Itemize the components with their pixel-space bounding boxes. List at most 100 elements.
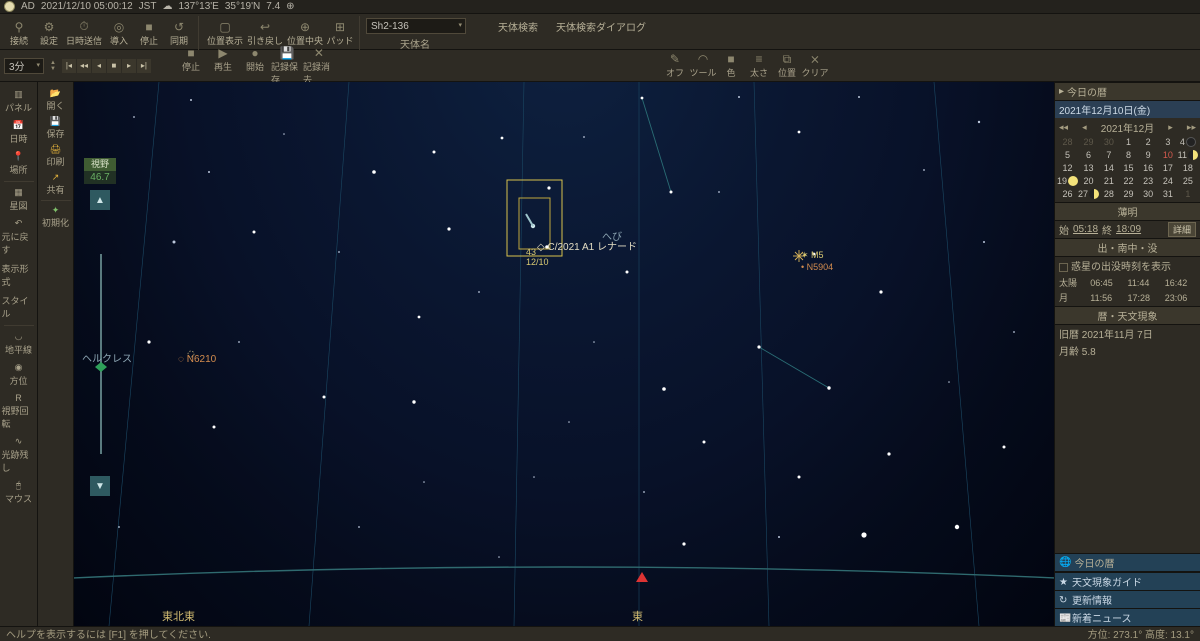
rec-clear-button[interactable]: ✕記録消去 — [303, 46, 335, 86]
cal-day[interactable]: 29 — [1078, 135, 1099, 148]
rail-horizon[interactable]: ◡地平線 — [2, 328, 36, 359]
fov-down-button[interactable]: ▼ — [90, 476, 110, 496]
draw-width-button[interactable]: ≡太さ — [745, 52, 773, 79]
cal-day[interactable]: 17 — [1158, 161, 1178, 174]
rail-undo[interactable]: ↶元に戻す — [2, 215, 36, 259]
step-back-button[interactable]: ◂◂ — [77, 59, 91, 73]
cal-day[interactable]: 22 — [1119, 174, 1139, 187]
playback-controls: |◂ ◂◂ ◂ ■ ▸ ▸| — [62, 59, 151, 73]
fov-up-button[interactable]: ▲ — [90, 190, 110, 210]
link-news[interactable]: 📰新着ニュース — [1055, 608, 1200, 626]
time-step-select[interactable]: 3分 — [4, 58, 44, 74]
calendar-grid[interactable]: 2829301234567891011121314151617181920212… — [1057, 135, 1198, 200]
fwd-button[interactable]: ▸ — [122, 59, 136, 73]
cal-day[interactable]: 12 — [1057, 161, 1078, 174]
rail-location[interactable]: 📍場所 — [2, 148, 36, 179]
stop-icon: ■ — [141, 20, 157, 34]
cal-day[interactable]: 16 — [1138, 161, 1158, 174]
draw-tool-button[interactable]: ◠ツール — [689, 52, 717, 79]
draw-clear-button[interactable]: ⨯クリア — [801, 52, 829, 79]
cal-day[interactable]: 2 — [1138, 135, 1158, 148]
link-phenomena-guide[interactable]: ★天文現象ガイド — [1055, 572, 1200, 590]
cal-prev-month[interactable]: ◂ — [1082, 122, 1087, 133]
main-area: ▥パネル 📅日時 📍場所 ▦星図 ↶元に戻す 表示形式 スタイル ◡地平線 ◉方… — [0, 82, 1200, 626]
rec-stop-button[interactable]: ■停止 — [175, 46, 207, 86]
print-button[interactable]: 🖨印刷 — [40, 142, 72, 170]
draw-pos-button[interactable]: ⧉位置 — [773, 52, 801, 79]
cal-next-month[interactable]: ▸ — [1168, 122, 1173, 133]
cal-day[interactable]: 11 — [1178, 148, 1198, 161]
cal-day[interactable]: 28 — [1057, 135, 1078, 148]
cal-day[interactable]: 30 — [1099, 135, 1119, 148]
cal-day[interactable]: 4 — [1178, 135, 1198, 148]
rec-start-button[interactable]: ●開始 — [239, 46, 271, 86]
rail-mouse[interactable]: 🖰マウス — [2, 477, 36, 508]
cal-day[interactable]: 1 — [1178, 187, 1198, 200]
rail-starchart[interactable]: ▦星図 — [2, 184, 36, 215]
step-spinner[interactable]: ▲▼ — [50, 60, 56, 72]
cal-day[interactable]: 20 — [1078, 174, 1099, 187]
save-button[interactable]: 💾保存 — [40, 114, 72, 142]
cal-day[interactable]: 5 — [1057, 148, 1078, 161]
cal-day[interactable]: 7 — [1099, 148, 1119, 161]
open-button[interactable]: 📂開く — [40, 86, 72, 114]
sky-chart[interactable]: 視野 46.7 ▲ ▼ ヘルクレス ◌ N6210 ◇ C/2021 A1 レナ… — [74, 82, 1054, 626]
skip-back-button[interactable]: |◂ — [62, 59, 76, 73]
cal-day[interactable]: 24 — [1158, 174, 1178, 187]
link-updates[interactable]: ↻更新情報 — [1055, 590, 1200, 608]
rotate-icon: R — [15, 393, 22, 403]
cal-day[interactable]: 28 — [1099, 187, 1119, 200]
cal-day[interactable]: 31 — [1158, 187, 1178, 200]
object-search-button[interactable]: 天体検索 — [492, 19, 544, 34]
cal-day[interactable]: 6 — [1078, 148, 1099, 161]
rail-azimuth[interactable]: ◉方位 — [2, 359, 36, 390]
rail-datetime[interactable]: 📅日時 — [2, 117, 36, 148]
twilight-detail-button[interactable]: 詳細 — [1168, 222, 1196, 237]
rp-planets-chk[interactable]: 惑星の出没時刻を表示 — [1055, 257, 1200, 274]
cal-day[interactable]: 19 — [1057, 174, 1078, 187]
cal-day[interactable]: 10 — [1158, 148, 1178, 161]
rp-today-title: ▸ 今日の暦 — [1055, 82, 1200, 101]
cal-day[interactable]: 1 — [1119, 135, 1139, 148]
cal-day[interactable]: 8 — [1119, 148, 1139, 161]
cal-day[interactable]: 18 — [1178, 161, 1198, 174]
share-button[interactable]: ↗共有 — [40, 170, 72, 198]
rail-panel[interactable]: ▥パネル — [2, 86, 36, 117]
rec-play-button[interactable]: ▶再生 — [207, 46, 239, 86]
rail-trail[interactable]: ∿光跡残し — [2, 433, 36, 477]
object-search-dialog-button[interactable]: 天体検索ダイアログ — [550, 19, 652, 34]
cal-day[interactable]: 21 — [1099, 174, 1119, 187]
cal-next-year[interactable]: ▸▸ — [1187, 122, 1196, 133]
cal-day[interactable]: 3 — [1158, 135, 1178, 148]
cal-day[interactable]: 23 — [1138, 174, 1158, 187]
rec-save-button[interactable]: 💾記録保存 — [271, 46, 303, 86]
rail-style[interactable]: スタイル — [2, 291, 36, 323]
back-button[interactable]: ◂ — [92, 59, 106, 73]
target-icon: ⊕ — [286, 1, 294, 12]
cal-day[interactable]: 15 — [1119, 161, 1139, 174]
cal-prev-year[interactable]: ◂◂ — [1059, 122, 1068, 133]
cal-day[interactable]: 14 — [1099, 161, 1119, 174]
share-icon: ↗ — [52, 172, 60, 183]
connect-button[interactable]: ⚲接続 — [4, 16, 34, 50]
rail-rotate[interactable]: R視野回転 — [2, 390, 36, 433]
cal-day[interactable]: 25 — [1178, 174, 1198, 187]
draw-color-button[interactable]: ■色 — [717, 52, 745, 79]
cal-day[interactable]: 26 — [1057, 187, 1078, 200]
settings-button[interactable]: ⚙設定 — [34, 16, 64, 50]
rail-display-mode[interactable]: 表示形式 — [2, 259, 36, 291]
cal-day[interactable]: 29 — [1119, 187, 1139, 200]
cal-day[interactable]: 30 — [1138, 187, 1158, 200]
twilight-end: 18:09 — [1116, 224, 1141, 235]
cal-day[interactable]: 27 — [1078, 187, 1099, 200]
draw-off-button[interactable]: ✎オフ — [661, 52, 689, 79]
skip-fwd-button[interactable]: ▸| — [137, 59, 151, 73]
cal-day[interactable]: 9 — [1138, 148, 1158, 161]
object-name-input[interactable]: Sh2-136 — [366, 18, 466, 34]
cal-day[interactable]: 13 — [1078, 161, 1099, 174]
play-pause-button[interactable]: ■ — [107, 59, 121, 73]
stop-goto-button[interactable]: ■停止 — [134, 16, 164, 50]
send-time-button[interactable]: ⏱日時送信 — [64, 16, 104, 50]
goto-button[interactable]: ◎導入 — [104, 16, 134, 50]
reset-button[interactable]: ✦初期化 — [40, 203, 72, 231]
